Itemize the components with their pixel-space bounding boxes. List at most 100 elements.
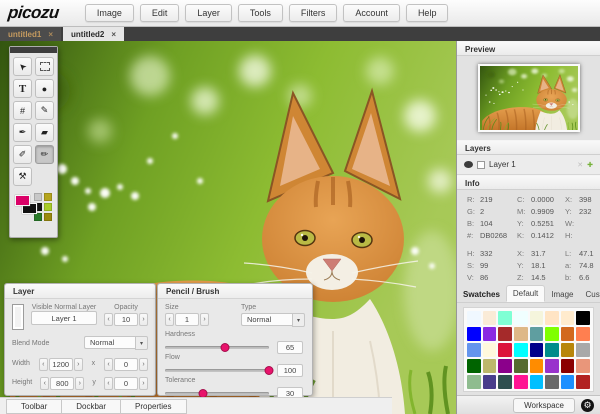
crop-tool[interactable]: #: [13, 101, 32, 120]
color-swatch[interactable]: [498, 359, 512, 373]
color-swatch[interactable]: [576, 311, 590, 325]
swatches-tab-image[interactable]: Image: [545, 287, 579, 302]
color-swatch[interactable]: [467, 327, 481, 341]
color-swatch[interactable]: [561, 375, 575, 389]
color-swatch[interactable]: [34, 193, 42, 201]
y-decrement-icon[interactable]: ‹: [104, 377, 113, 390]
slider-handle[interactable]: [221, 343, 230, 352]
visibility-eye-icon[interactable]: [464, 161, 473, 168]
color-swatch[interactable]: [467, 359, 481, 373]
color-swatch[interactable]: [467, 343, 481, 357]
chevron-down-icon[interactable]: ▾: [135, 336, 148, 350]
chevron-down-icon[interactable]: ▾: [292, 313, 305, 327]
color-swatch[interactable]: [44, 203, 52, 211]
gear-icon[interactable]: ⚙: [581, 399, 594, 412]
menu-image[interactable]: Image: [85, 4, 134, 22]
color-swatch[interactable]: [34, 213, 42, 221]
delete-layer-icon[interactable]: ✕: [577, 161, 583, 169]
foreground-color-swatch[interactable]: [15, 195, 30, 206]
color-swatch[interactable]: [545, 327, 559, 341]
eyedropper-tool[interactable]: ✒: [13, 123, 32, 142]
menu-tools[interactable]: Tools: [238, 4, 283, 22]
dockbar-toggle-button[interactable]: Dockbar: [61, 399, 121, 414]
size-value[interactable]: 1: [175, 313, 199, 326]
close-tab-icon[interactable]: ×: [111, 30, 116, 39]
width-increment-icon[interactable]: ›: [74, 358, 83, 371]
blend-mode-select[interactable]: Normal ▾: [84, 336, 148, 350]
slider-track[interactable]: [165, 369, 269, 372]
flow-value[interactable]: 100: [277, 364, 303, 377]
color-swatch[interactable]: [514, 375, 528, 389]
color-swatch[interactable]: [467, 311, 481, 325]
rect-select-tool[interactable]: [35, 57, 54, 76]
color-swatch[interactable]: [561, 343, 575, 357]
color-swatch[interactable]: [576, 327, 590, 341]
height-decrement-icon[interactable]: ‹: [40, 377, 49, 390]
color-swatch[interactable]: [44, 213, 52, 221]
opacity-increment-icon[interactable]: ›: [139, 313, 148, 326]
opacity-decrement-icon[interactable]: ‹: [104, 313, 113, 326]
slider-handle[interactable]: [265, 366, 274, 375]
width-decrement-icon[interactable]: ‹: [39, 358, 48, 371]
pen-tool[interactable]: ✐: [13, 145, 32, 164]
color-swatch[interactable]: [561, 359, 575, 373]
brush-type-select[interactable]: Normal ▾: [241, 313, 305, 327]
close-tab-icon[interactable]: ×: [48, 30, 53, 39]
workspace-button[interactable]: Workspace: [513, 398, 575, 413]
color-swatch[interactable]: [514, 327, 528, 341]
color-swatch[interactable]: [498, 343, 512, 357]
menu-filters[interactable]: Filters: [289, 4, 338, 22]
x-value[interactable]: 0: [114, 358, 138, 371]
color-swatch[interactable]: [483, 375, 497, 389]
layer-thumbnail[interactable]: [12, 304, 24, 330]
color-swatch[interactable]: [576, 375, 590, 389]
color-swatch[interactable]: [483, 327, 497, 341]
stamp-tool[interactable]: ⚒: [13, 167, 32, 186]
color-swatch[interactable]: [530, 343, 544, 357]
y-value[interactable]: 0: [114, 377, 138, 390]
color-swatch[interactable]: [483, 343, 497, 357]
color-swatch[interactable]: [498, 311, 512, 325]
menu-layer[interactable]: Layer: [185, 4, 232, 22]
color-swatch[interactable]: [514, 311, 528, 325]
color-swatch[interactable]: [530, 359, 544, 373]
x-decrement-icon[interactable]: ‹: [104, 358, 113, 371]
color-swatch[interactable]: [561, 311, 575, 325]
brush-tool[interactable]: ✎: [35, 101, 54, 120]
size-increment-icon[interactable]: ›: [200, 313, 209, 326]
hardness-value[interactable]: 65: [277, 341, 303, 354]
color-swatch[interactable]: [545, 375, 559, 389]
swatches-tab-custom[interactable]: Custom: [580, 287, 600, 302]
y-increment-icon[interactable]: ›: [139, 377, 148, 390]
opacity-value[interactable]: 10: [114, 313, 138, 326]
toolbar-toggle-button[interactable]: Toolbar: [6, 399, 62, 414]
color-swatch[interactable]: [530, 327, 544, 341]
color-swatch[interactable]: [498, 375, 512, 389]
width-value[interactable]: 1200: [49, 358, 73, 371]
color-swatch[interactable]: [545, 359, 559, 373]
flow-slider[interactable]: [165, 365, 269, 376]
eraser-tool[interactable]: ▰: [35, 123, 54, 142]
menu-help[interactable]: Help: [406, 4, 449, 22]
tab-untitled1[interactable]: untitled1 ×: [0, 27, 61, 41]
color-swatch[interactable]: [530, 375, 544, 389]
color-swatch[interactable]: [545, 311, 559, 325]
color-swatch[interactable]: [561, 327, 575, 341]
height-increment-icon[interactable]: ›: [75, 377, 84, 390]
move-tool[interactable]: ➤: [13, 57, 32, 76]
menu-account[interactable]: Account: [343, 4, 400, 22]
text-tool[interactable]: T: [13, 79, 32, 98]
size-decrement-icon[interactable]: ‹: [165, 313, 174, 326]
swatches-tab-default[interactable]: Default: [506, 285, 545, 302]
layer-name-input[interactable]: [31, 311, 97, 325]
color-swatch[interactable]: [514, 359, 528, 373]
add-layer-icon[interactable]: ✚: [587, 161, 593, 169]
shape-tool[interactable]: ●: [35, 79, 54, 98]
hardness-slider[interactable]: [165, 342, 269, 353]
color-swatch[interactable]: [483, 311, 497, 325]
tab-untitled2[interactable]: untitled2 ×: [63, 27, 124, 41]
color-swatch[interactable]: [467, 375, 481, 389]
color-swatch[interactable]: [514, 343, 528, 357]
color-swatch[interactable]: [498, 327, 512, 341]
properties-toggle-button[interactable]: Properties: [120, 399, 186, 414]
